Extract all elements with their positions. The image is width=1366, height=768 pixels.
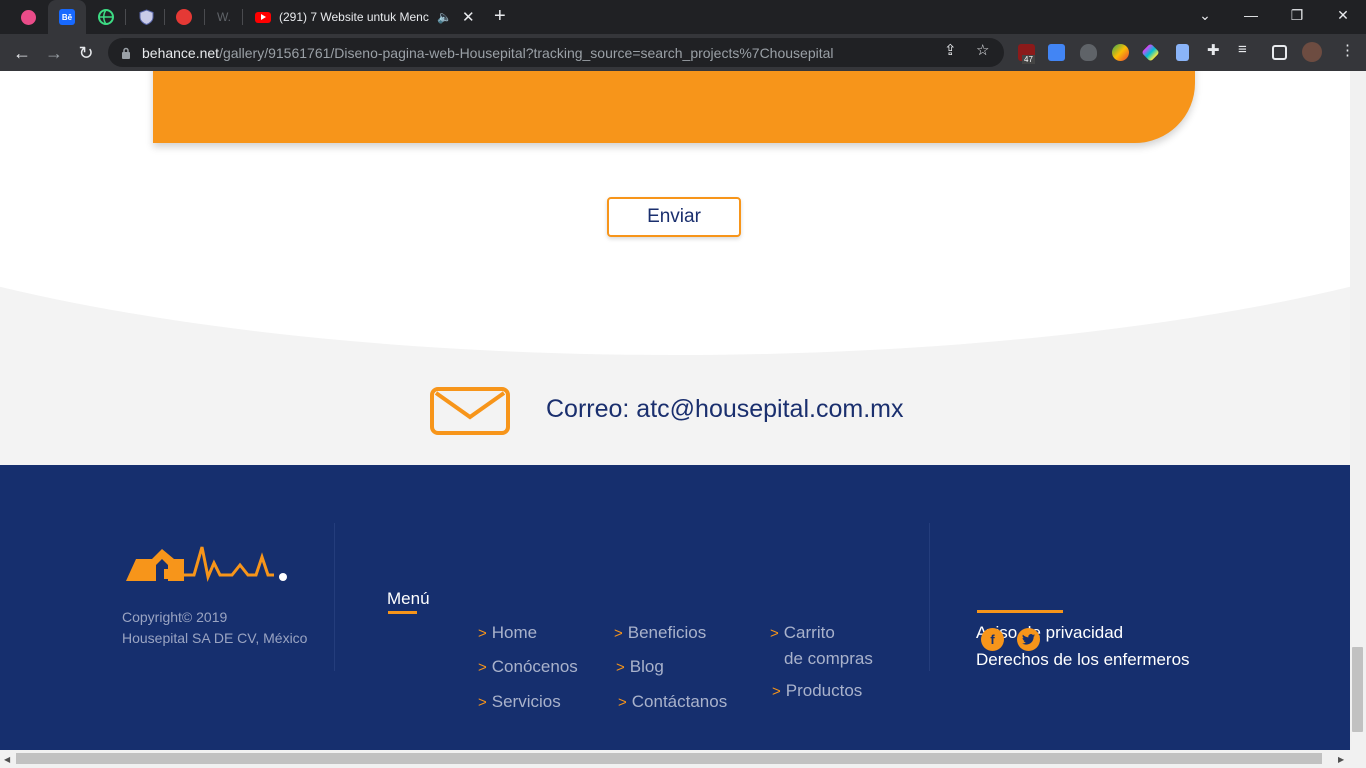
close-icon: ✕	[1337, 6, 1349, 23]
page-content: Enviar Correo: atc@housepital.com.mx Cop…	[0, 71, 1350, 750]
tab-youtube[interactable]: (291) 7 Website untuk Menca 🔈 ✕	[245, 0, 480, 34]
behance-icon: Bē	[59, 9, 75, 25]
address-bar[interactable]: behance.net/gallery/91561761/Diseno-pagi…	[108, 38, 1004, 67]
youtube-tab-title: (291) 7 Website untuk Menca	[279, 10, 429, 24]
forward-button[interactable]: →	[40, 39, 68, 67]
lock-icon	[120, 47, 132, 59]
legal-underline	[977, 610, 1063, 613]
divider	[334, 523, 335, 671]
scroll-left-arrow-icon[interactable]: ◀	[4, 755, 10, 764]
reload-button[interactable]: ↻	[72, 39, 100, 67]
enviar-label: Enviar	[647, 206, 701, 227]
record-icon	[176, 9, 192, 25]
sidepanel-icon[interactable]	[1272, 45, 1287, 60]
tab-search-button[interactable]: ⌄	[1182, 0, 1228, 30]
tab-dribbble[interactable]	[14, 0, 42, 34]
footer-link-conocenos[interactable]: > Conócenos	[478, 657, 578, 677]
chevron-right-icon: >	[616, 659, 625, 676]
footer-link-carrito-line2[interactable]: de compras	[784, 649, 873, 669]
shield-icon	[139, 9, 153, 25]
menu-underline	[388, 611, 417, 614]
footer-link-contactanos[interactable]: > Contáctanos	[618, 692, 727, 712]
tab-behance[interactable]: Bē	[48, 0, 86, 34]
divider	[929, 523, 930, 671]
scroll-right-arrow-icon[interactable]: ▶	[1338, 755, 1344, 764]
footer: Copyright© 2019 Housepital SA DE CV, Méx…	[0, 465, 1350, 750]
email-contact-text: Correo: atc@housepital.com.mx	[546, 395, 904, 423]
globe-icon	[98, 9, 114, 25]
privacy-extension-icon[interactable]	[1080, 44, 1097, 61]
chevron-down-icon: ⌄	[1199, 6, 1211, 23]
palette-extension-icon[interactable]	[1141, 43, 1160, 62]
url-path: /gallery/91561761/Diseno-pagina-web-Hous…	[219, 44, 834, 61]
footer-link-productos[interactable]: > Productos	[772, 681, 862, 701]
puzzle-icon[interactable]: ✚	[1207, 41, 1220, 59]
new-tab-button[interactable]: +	[494, 6, 506, 26]
minimize-icon: —	[1244, 7, 1258, 23]
facebook-icon[interactable]: f	[981, 628, 1004, 651]
translate-extension-icon[interactable]	[1048, 44, 1065, 61]
tab-green[interactable]	[92, 0, 120, 34]
footer-link-home[interactable]: > Home	[478, 623, 537, 643]
star-icon[interactable]: ☆	[976, 41, 989, 59]
ext-badge: 47	[1022, 55, 1035, 64]
tab-shield[interactable]	[132, 0, 160, 34]
housepital-logo	[126, 546, 287, 583]
footer-link-carrito[interactable]: > Carrito	[770, 623, 835, 643]
twitter-icon[interactable]	[1017, 628, 1040, 651]
more-menu-icon[interactable]: ⋮	[1340, 41, 1355, 59]
back-button[interactable]: ←	[8, 39, 36, 67]
minimize-button[interactable]: —	[1228, 0, 1274, 30]
restore-button[interactable]: ❐	[1274, 0, 1320, 30]
vertical-scroll-thumb[interactable]	[1352, 647, 1363, 732]
youtube-icon	[255, 11, 271, 23]
w-tab-label: W.	[217, 10, 231, 24]
nurses-rights-link[interactable]: Derechos de los enfermeros	[976, 650, 1190, 670]
close-tab-icon[interactable]: ✕	[462, 8, 475, 26]
tab-bar: Bē W. (291) 7 Website untuk Menca 🔈 ✕ + …	[0, 0, 1366, 34]
restore-icon: ❐	[1290, 6, 1304, 23]
tab-w[interactable]: W.	[210, 0, 238, 34]
mail-icon	[430, 387, 510, 435]
reload-icon: ↻	[78, 42, 94, 63]
browser-toolbar: ← → ↻ behance.net/gallery/91561761/Disen…	[0, 34, 1366, 71]
orange-form-card	[153, 71, 1195, 143]
chevron-right-icon: >	[770, 625, 779, 642]
copyright-line1: Copyright© 2019	[122, 609, 228, 625]
chevron-right-icon: >	[478, 625, 487, 642]
chevron-right-icon: >	[478, 694, 487, 711]
arrow-right-icon: →	[45, 42, 63, 63]
docs-extension-icon[interactable]	[1176, 44, 1189, 61]
dribbble-icon	[20, 9, 36, 25]
copyright: Copyright© 2019 Housepital SA DE CV, Méx…	[122, 607, 307, 649]
chevron-right-icon: >	[478, 659, 487, 676]
footer-link-blog[interactable]: > Blog	[616, 657, 664, 677]
tab-red[interactable]	[170, 0, 198, 34]
menu-heading: Menú	[387, 589, 430, 608]
speaker-icon[interactable]: 🔈	[437, 10, 452, 24]
footer-link-servicios[interactable]: > Servicios	[478, 692, 561, 712]
media-icon[interactable]: ≡	[1238, 41, 1247, 58]
arrow-left-icon: ←	[13, 42, 31, 63]
url-text: behance.net/gallery/91561761/Diseno-pagi…	[142, 45, 834, 61]
avatar[interactable]	[1302, 42, 1322, 62]
chevron-right-icon: >	[618, 694, 627, 711]
color-extension-icon[interactable]	[1112, 44, 1129, 61]
chevron-right-icon: >	[772, 683, 781, 700]
chevron-right-icon: >	[614, 625, 623, 642]
footer-link-beneficios[interactable]: > Beneficios	[614, 623, 706, 643]
enviar-button[interactable]: Enviar	[607, 197, 741, 237]
url-host: behance.net	[142, 44, 220, 61]
close-window-button[interactable]: ✕	[1320, 0, 1366, 30]
horizontal-scroll-thumb[interactable]	[16, 753, 1322, 764]
share-icon[interactable]: ⇪	[944, 41, 957, 59]
copyright-line2: Housepital SA DE CV, México	[122, 630, 308, 646]
